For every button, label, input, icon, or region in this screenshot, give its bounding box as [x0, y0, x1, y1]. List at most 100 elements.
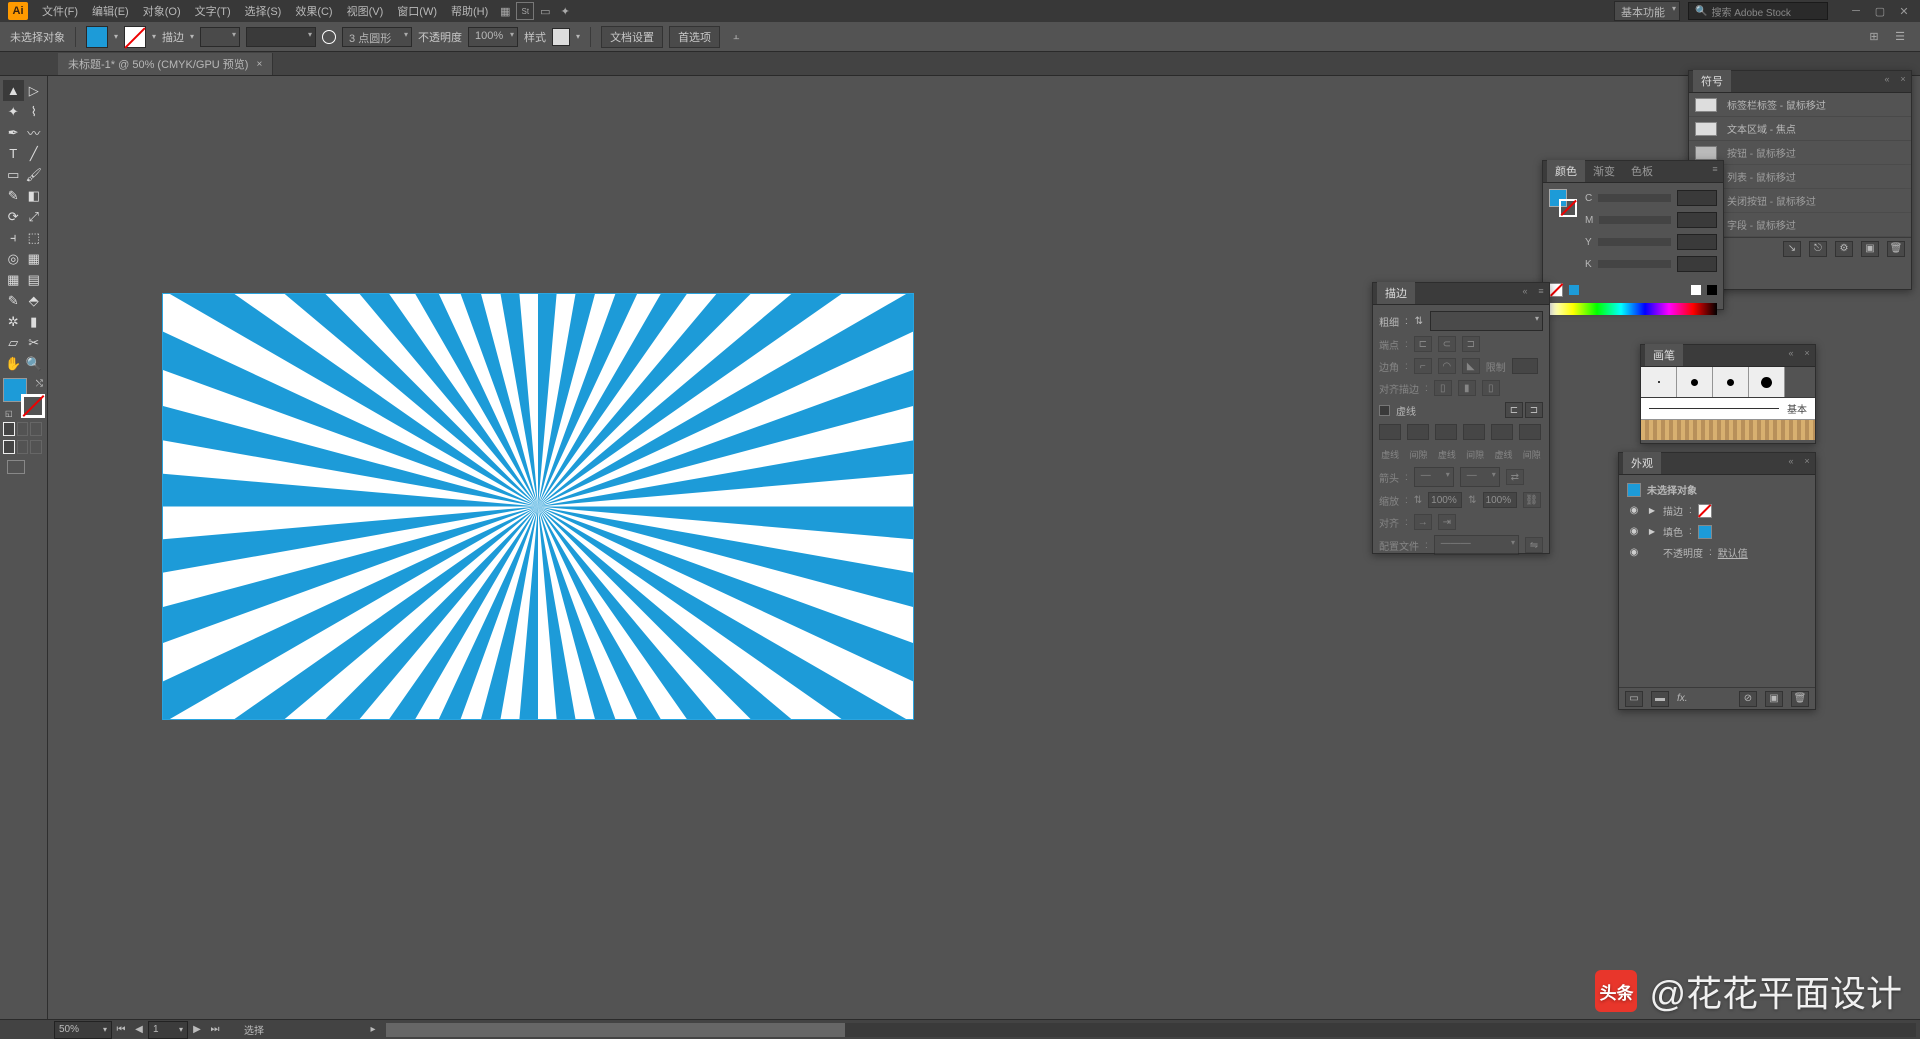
- draw-normal[interactable]: [3, 440, 15, 454]
- black-chip[interactable]: [1707, 285, 1717, 295]
- symbol-delete-icon[interactable]: 🗑: [1887, 241, 1905, 257]
- scale-tool[interactable]: ⤢: [24, 206, 45, 227]
- align-outside-icon[interactable]: ▯: [1482, 380, 1500, 396]
- symbol-place-icon[interactable]: ↘: [1783, 241, 1801, 257]
- magic-wand-tool[interactable]: ✦: [3, 101, 24, 122]
- brush-preset[interactable]: [1641, 367, 1677, 397]
- width-tool[interactable]: ⫞: [3, 227, 24, 248]
- stroke-swatch[interactable]: [124, 26, 146, 48]
- brush-definition-dropdown[interactable]: [246, 27, 316, 47]
- swap-fill-stroke-icon[interactable]: ⤭: [36, 378, 43, 389]
- opacity-dropdown[interactable]: 100%: [468, 27, 518, 47]
- fill-stroke-control[interactable]: ⤭ ◱: [3, 378, 45, 418]
- menu-object[interactable]: 对象(O): [137, 1, 187, 21]
- arrow-align1-icon[interactable]: →: [1414, 514, 1432, 530]
- gap2-input[interactable]: [1463, 424, 1485, 440]
- arrow-scale1-input[interactable]: [1428, 492, 1462, 508]
- window-minimize[interactable]: ─: [1848, 4, 1864, 18]
- add-fill-icon[interactable]: ▬: [1651, 691, 1669, 707]
- align-inside-icon[interactable]: ▮: [1458, 380, 1476, 396]
- style-swatch[interactable]: [552, 28, 570, 46]
- appearance-opacity-row[interactable]: ◉ 不透明度: 默认值: [1623, 542, 1811, 563]
- var-width-icon[interactable]: [322, 30, 336, 44]
- gradient-tab[interactable]: 渐变: [1585, 160, 1623, 182]
- paintbrush-tool[interactable]: 🖌: [24, 164, 45, 185]
- status-menu-icon[interactable]: ▸: [364, 1021, 382, 1039]
- panel-menu-icon[interactable]: ≡: [1709, 163, 1721, 175]
- mesh-tool[interactable]: ▦: [3, 269, 24, 290]
- brush-basic-row[interactable]: 基本: [1641, 398, 1815, 420]
- point-profile-dropdown[interactable]: 3 点圆形: [342, 27, 412, 47]
- next-artboard-icon[interactable]: ▶: [188, 1021, 206, 1039]
- perspective-tool[interactable]: ▦: [24, 248, 45, 269]
- brush-preset[interactable]: [1749, 367, 1785, 397]
- artboard-number-input[interactable]: 1▾: [148, 1021, 188, 1039]
- symbol-options-icon[interactable]: ⚙: [1835, 241, 1853, 257]
- cap-square-icon[interactable]: ⊐: [1462, 336, 1480, 352]
- color-panel[interactable]: 颜色 渐变 色板 ≡ C M Y K: [1542, 160, 1724, 310]
- stock-icon[interactable]: St: [516, 2, 534, 20]
- panel-close-icon[interactable]: ×: [1801, 455, 1813, 467]
- dash3-input[interactable]: [1491, 424, 1513, 440]
- zoom-tool[interactable]: 🔍: [24, 353, 45, 374]
- visibility-icon[interactable]: ◉: [1627, 526, 1641, 537]
- line-tool[interactable]: ╱: [24, 143, 45, 164]
- stroke-weight-dropdown[interactable]: [200, 27, 240, 47]
- appearance-stroke-row[interactable]: ◉ ▶ 描边:: [1623, 500, 1811, 521]
- arrow-end-dropdown[interactable]: —: [1460, 467, 1500, 487]
- panel-close-icon[interactable]: ×: [1801, 347, 1813, 359]
- panel-collapse-icon[interactable]: «: [1785, 347, 1797, 359]
- workspace-switcher[interactable]: 基本功能: [1614, 1, 1680, 21]
- panel-collapse-icon[interactable]: «: [1785, 455, 1797, 467]
- document-setup-button[interactable]: 文档设置: [601, 26, 663, 48]
- visibility-icon[interactable]: ◉: [1627, 547, 1641, 558]
- bridge-icon[interactable]: ▦: [496, 2, 514, 20]
- artboard-tool[interactable]: ▱: [3, 332, 24, 353]
- profile-dropdown[interactable]: ———: [1434, 535, 1519, 555]
- dashed-checkbox[interactable]: [1379, 405, 1390, 416]
- preferences-button[interactable]: 首选项: [669, 26, 720, 48]
- fx-icon[interactable]: fx.: [1677, 693, 1688, 704]
- blend-tool[interactable]: ⬘: [24, 290, 45, 311]
- first-artboard-icon[interactable]: ⏮: [112, 1021, 130, 1039]
- stroke-panel[interactable]: 描边 « ≡ 粗细:⇅ 端点:⊏⊂⊐ 边角:⌐◠◣限制 对齐描边:▯▮▯ 虚线⊏…: [1372, 282, 1550, 554]
- menu-help[interactable]: 帮助(H): [445, 1, 494, 21]
- menu-window[interactable]: 窗口(W): [391, 1, 443, 21]
- visibility-icon[interactable]: ◉: [1627, 505, 1641, 516]
- pen-tool[interactable]: ✒: [3, 122, 24, 143]
- fill-color-chip[interactable]: [1698, 525, 1712, 539]
- curvature-tool[interactable]: 〰: [24, 122, 45, 143]
- channel-y-input[interactable]: [1677, 234, 1717, 250]
- type-tool[interactable]: T: [3, 143, 24, 164]
- last-artboard-icon[interactable]: ⏭: [206, 1021, 224, 1039]
- fill-swatch[interactable]: [86, 26, 108, 48]
- direct-selection-tool[interactable]: ▷: [24, 80, 45, 101]
- default-fill-stroke-icon[interactable]: ◱: [5, 409, 13, 418]
- white-chip[interactable]: [1691, 285, 1701, 295]
- dash2-input[interactable]: [1435, 424, 1457, 440]
- rotate-tool[interactable]: ⟳: [3, 206, 24, 227]
- color-fill-stroke[interactable]: [1549, 189, 1577, 217]
- tab-close-icon[interactable]: ×: [256, 59, 262, 70]
- brush-preset[interactable]: [1677, 367, 1713, 397]
- cap-butt-icon[interactable]: ⊏: [1414, 336, 1432, 352]
- shaper-tool[interactable]: ✎: [3, 185, 24, 206]
- corner-bevel-icon[interactable]: ◣: [1462, 358, 1480, 374]
- arrow-swap-icon[interactable]: ⇄: [1506, 469, 1524, 485]
- stroke-tab[interactable]: 描边: [1377, 282, 1415, 304]
- channel-m-input[interactable]: [1677, 212, 1717, 228]
- profile-flip-icon[interactable]: ⇋: [1525, 537, 1543, 553]
- slice-tool[interactable]: ✂: [24, 332, 45, 353]
- panel-close-icon[interactable]: ×: [1897, 73, 1909, 85]
- menu-effect[interactable]: 效果(C): [289, 1, 338, 21]
- gradient-tool[interactable]: ▤: [24, 269, 45, 290]
- align-icon[interactable]: ⫠: [726, 27, 746, 47]
- arrow-align2-icon[interactable]: ⇥: [1438, 514, 1456, 530]
- arrow-start-dropdown[interactable]: —: [1414, 467, 1454, 487]
- horizontal-scrollbar[interactable]: [386, 1023, 1916, 1037]
- arrow-scale2-input[interactable]: [1483, 492, 1517, 508]
- transform-panel-icon[interactable]: ⊞: [1864, 27, 1884, 47]
- shape-builder-tool[interactable]: ◎: [3, 248, 24, 269]
- graph-tool[interactable]: ▮: [24, 311, 45, 332]
- search-stock-input[interactable]: 🔍搜索 Adobe Stock: [1688, 2, 1828, 20]
